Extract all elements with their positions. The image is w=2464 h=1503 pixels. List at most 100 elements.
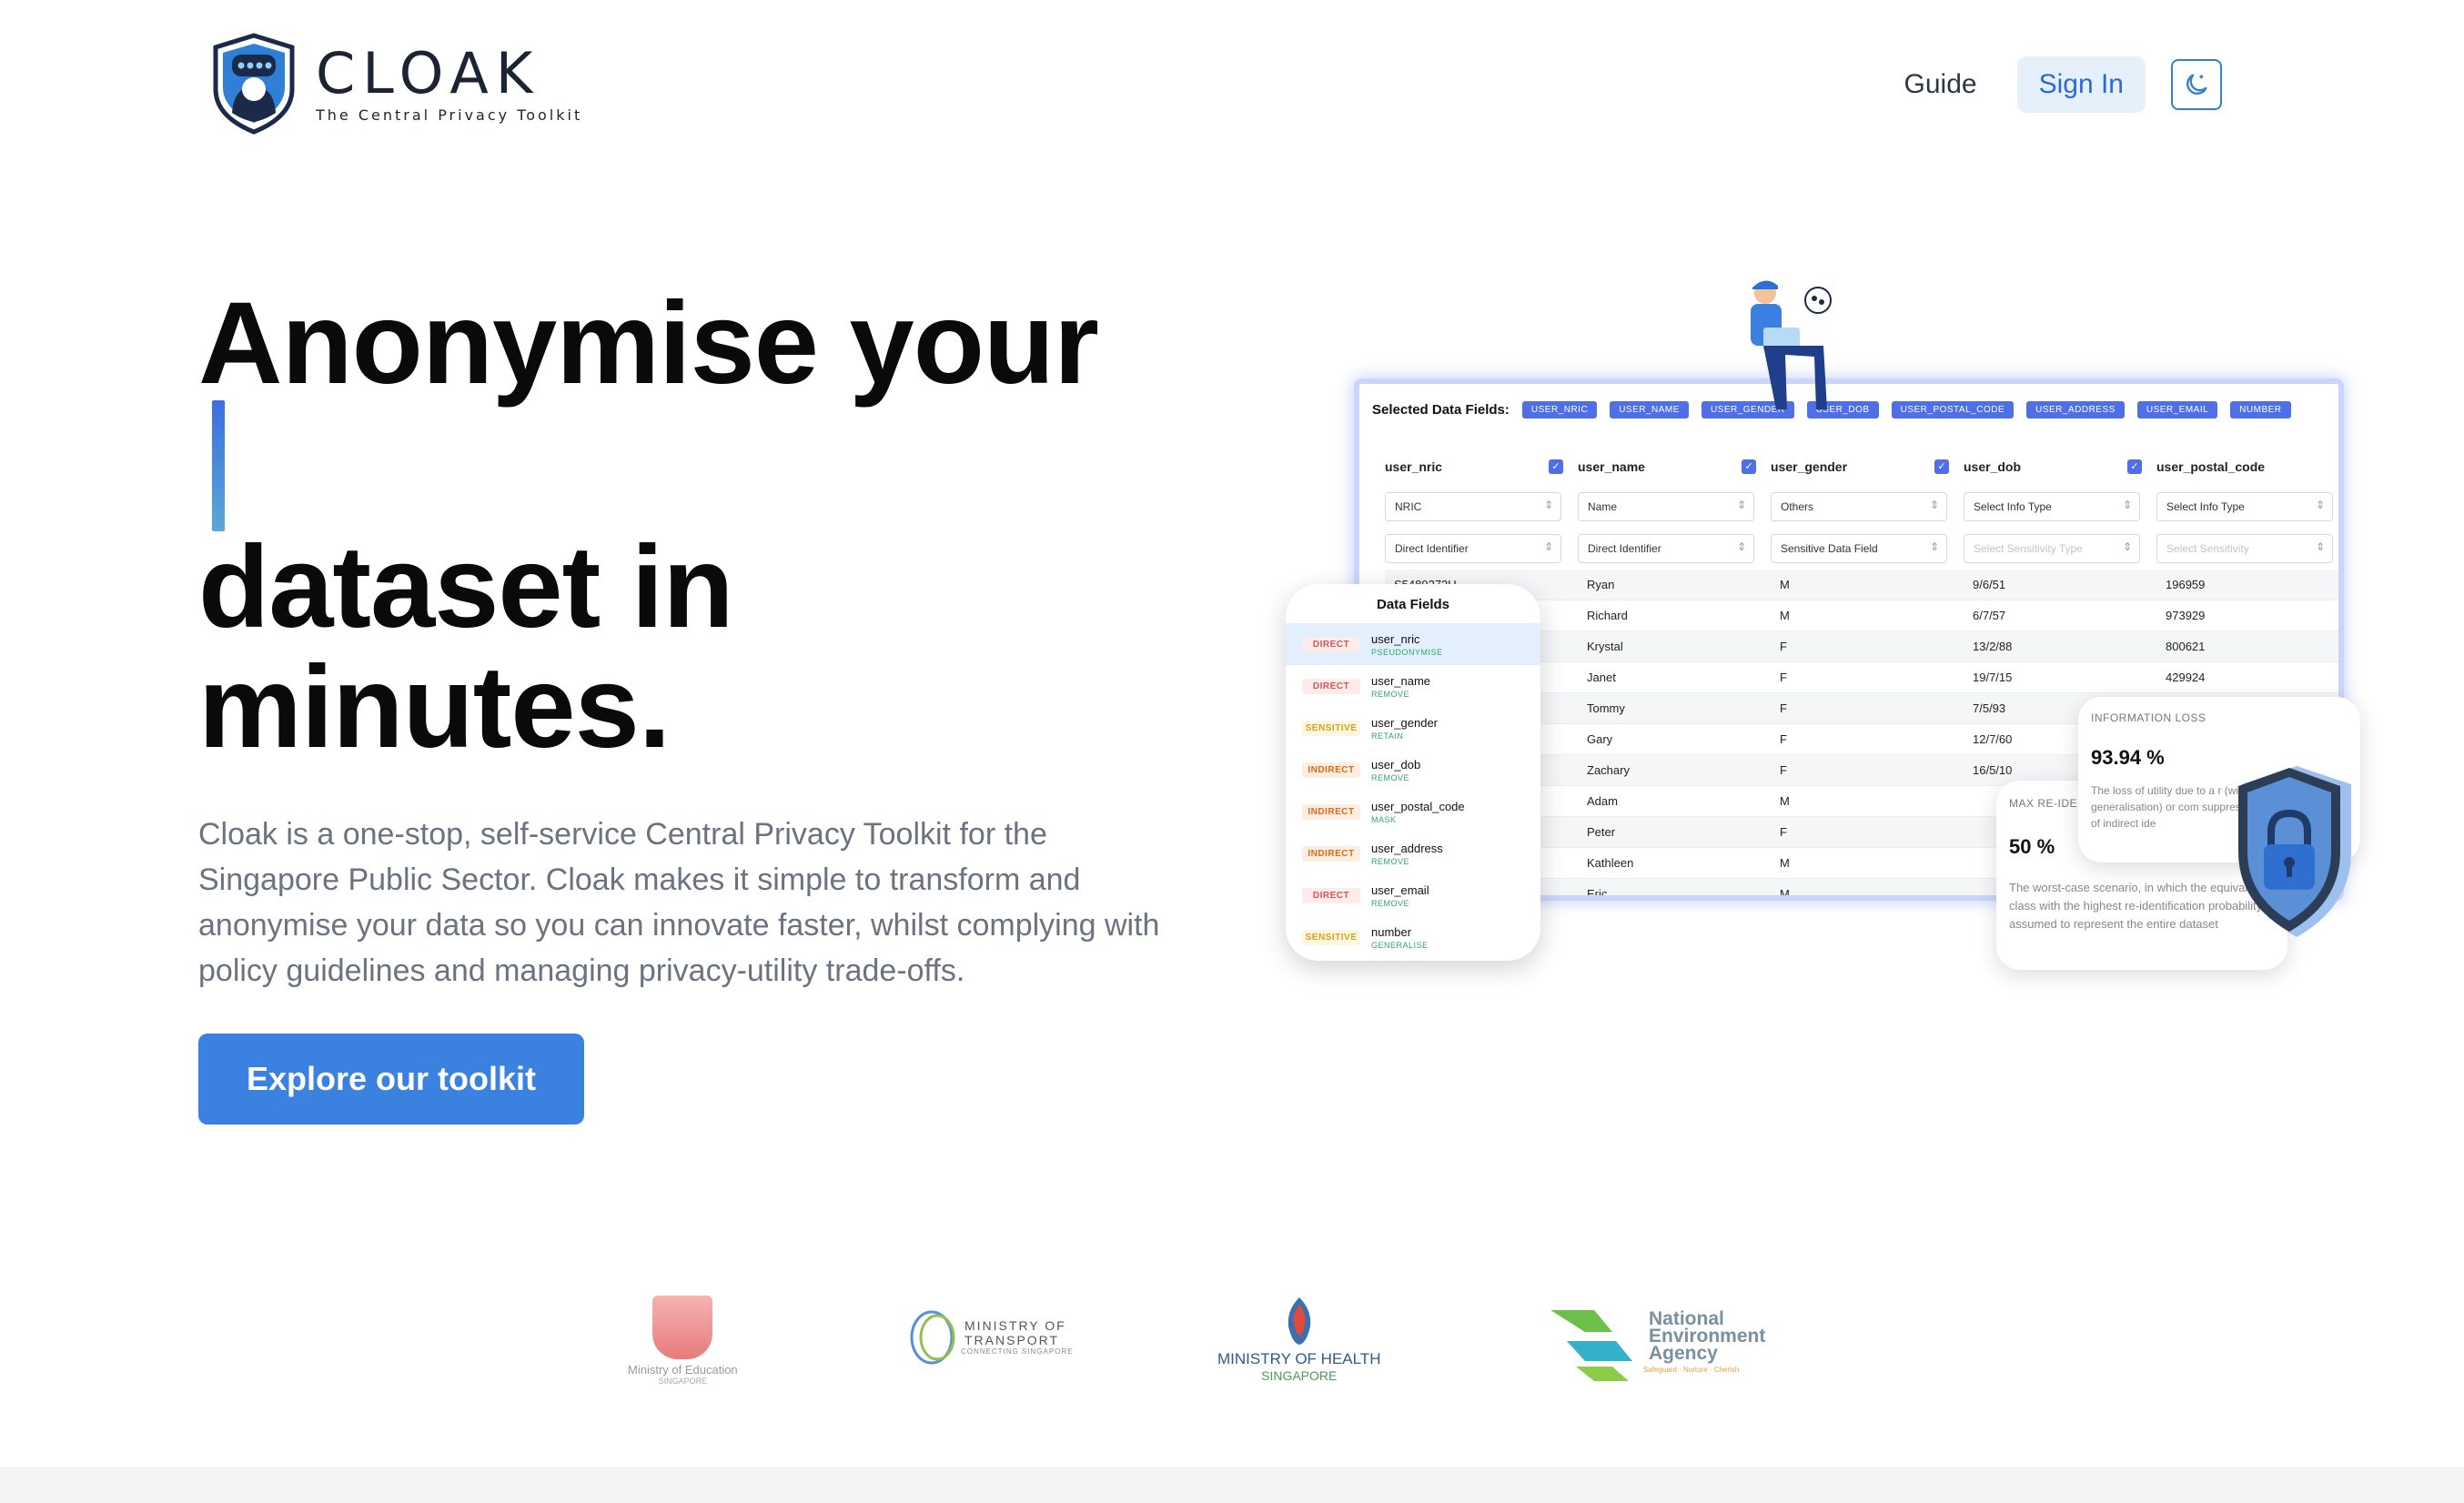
field-type-badge: INDIRECT (1302, 803, 1360, 820)
moh-logo: MINISTRY OF HEALTH SINGAPORE (1217, 1296, 1380, 1383)
data-fields-list: DIRECT user_nric PSEUDONYMISE DIRECT user_na… (1286, 623, 1540, 958)
cloak-shield-logo-icon (213, 33, 295, 135)
field-type-badge: DIRECT (1302, 636, 1360, 652)
column-header: user_postal_code (2156, 459, 2266, 474)
data-field-item[interactable]: DIRECT user_nric PSEUDONYMISE (1286, 623, 1540, 665)
table-cell: 13/2/88 (1973, 640, 2013, 653)
field-action: REMOVE (1371, 856, 1410, 866)
selected-fields-label: Selected Data Fields: (1372, 401, 1510, 418)
data-field-item[interactable]: INDIRECT user_address REMOVE (1286, 832, 1540, 874)
data-field-item[interactable]: INDIRECT user_dob REMOVE (1286, 749, 1540, 791)
table-cell: M (1780, 887, 1790, 901)
field-type-badge: SENSITIVE (1302, 929, 1360, 945)
theme-toggle-button[interactable] (2171, 59, 2222, 110)
column-header: user_dob ✓ (1964, 459, 2156, 474)
guide-link[interactable]: Guide (1904, 60, 1977, 109)
field-name: user_nric (1371, 631, 1420, 646)
selected-field-chip[interactable]: USER_EMAIL (2136, 400, 2218, 419)
sensitivity-select[interactable]: Direct Identifier (1578, 534, 1754, 563)
field-name: user_gender (1371, 715, 1438, 730)
field-type-badge: INDIRECT (1302, 845, 1360, 862)
hero-title-line1: Anonymise your (198, 278, 1099, 409)
selected-field-chip[interactable]: USER_POSTAL_CODE (1891, 400, 2015, 419)
sign-in-button[interactable]: Sign In (2016, 56, 2146, 113)
selected-field-chip[interactable]: USER_NAME (1610, 400, 1689, 419)
field-name: user_postal_code (1371, 799, 1465, 813)
selected-field-chip[interactable]: NUMBER (2230, 400, 2291, 419)
partner-logos: Ministry of Education SINGAPORE MINISTRY… (0, 1283, 2464, 1410)
top-nav: Guide Sign In (1904, 56, 2222, 113)
table-cell: M (1780, 578, 1790, 591)
data-field-item[interactable]: DIRECT user_email REMOVE (1286, 874, 1540, 916)
table-cell: 973929 (2166, 609, 2206, 622)
column-checkbox[interactable]: ✓ (1549, 459, 1563, 474)
info-type-select[interactable]: NRIC (1385, 492, 1561, 521)
table-cell: 19/7/15 (1973, 671, 2013, 684)
field-type-badge: SENSITIVE (1302, 720, 1360, 736)
hero-title-line2: dataset in (198, 522, 733, 652)
field-action: PSEUDONYMISE (1371, 647, 1443, 657)
field-action: REMOVE (1371, 689, 1410, 699)
data-field-item[interactable]: DIRECT user_name REMOVE (1286, 665, 1540, 707)
column-checkbox[interactable]: ✓ (1934, 459, 1949, 474)
field-name: user_email (1371, 883, 1429, 897)
selected-fields-row: Selected Data Fields: USER_NRIC USER_NAME… (1359, 384, 2338, 424)
hero-description: Cloak is a one-stop, self-service Centra… (198, 817, 1160, 988)
table-cell: F (1780, 825, 1787, 839)
column-header: user_gender ✓ (1771, 459, 1964, 474)
selected-field-chip[interactable]: USER_ADDRESS (2026, 400, 2125, 419)
brand-name: CLOAK (316, 39, 540, 106)
table-cell: M (1780, 609, 1790, 622)
typing-caret (212, 400, 225, 531)
table-cell: Tommy (1587, 701, 1625, 715)
sensitivity-select[interactable]: Select Sensitivity Type (1964, 534, 2140, 563)
data-field-item[interactable]: SENSITIVE number GENERALISE (1286, 916, 1540, 958)
field-action: MASK (1371, 814, 1397, 824)
table-cell: 196959 (2166, 578, 2206, 591)
table-cell: F (1780, 640, 1787, 653)
table-cell: Krystal (1587, 640, 1623, 653)
info-type-row: NRIC Name Others Select Info Type Select Inf… (1385, 486, 2338, 528)
field-type-badge: INDIRECT (1302, 762, 1360, 778)
column-checkbox[interactable]: ✓ (2127, 459, 2142, 474)
data-field-item[interactable]: SENSITIVE user_gender RETAIN (1286, 707, 1540, 749)
data-fields-title: Data Fields (1376, 597, 1450, 612)
selected-field-chip[interactable]: USER_NRIC (1521, 400, 1598, 419)
column-checkbox[interactable]: ✓ (1742, 459, 1756, 474)
sensitivity-row: Direct Identifier Direct Identifier Sensit… (1385, 528, 2338, 570)
info-type-select[interactable]: Select Info Type (2156, 492, 2333, 521)
table-cell: Zachary (1587, 763, 1630, 777)
column-header: user_nric ✓ (1385, 459, 1578, 474)
person-with-laptop-illustration (1751, 280, 1832, 409)
table-cell: 9/6/51 (1973, 578, 2006, 591)
explore-toolkit-button[interactable]: Explore our toolkit (198, 1034, 584, 1125)
table-cell: F (1780, 763, 1787, 777)
info-type-select[interactable]: Others (1771, 492, 1947, 521)
info-type-select[interactable]: Name (1578, 492, 1754, 521)
footer-band (0, 1467, 2464, 1503)
moh-emblem-icon (1288, 1297, 1310, 1345)
nea-arrows-icon (1550, 1310, 1632, 1381)
table-cell: M (1780, 794, 1790, 808)
sensitivity-select[interactable]: Select Sensitivity (2156, 534, 2333, 563)
info-type-select[interactable]: Select Info Type (1964, 492, 2140, 521)
field-type-badge: DIRECT (1302, 678, 1360, 694)
field-action: GENERALISE (1371, 940, 1429, 950)
hero-title: Anonymise your dataset in minutes. (198, 278, 1099, 768)
table-cell: Adam (1587, 794, 1618, 808)
brand-logo[interactable]: CLOAK The Central Privacy Toolkit (212, 33, 582, 135)
moon-icon (2186, 74, 2207, 95)
field-action: REMOVE (1371, 772, 1410, 782)
site-header: CLOAK The Central Privacy Toolkit Guide … (0, 0, 2464, 164)
field-action: REMOVE (1371, 898, 1410, 908)
table-cell: Ryan (1587, 578, 1615, 591)
field-name: user_name (1371, 673, 1431, 688)
data-fields-card: Data Fields DIRECT user_nric PSEUDONYMISE D… (1286, 584, 1540, 961)
mot-swirl-icon (910, 1310, 955, 1365)
sensitivity-select[interactable]: Sensitive Data Field (1771, 534, 1947, 563)
table-cell: F (1780, 701, 1787, 715)
data-field-item[interactable]: INDIRECT user_postal_code MASK (1286, 791, 1540, 832)
nea-logo: National Environment Agency Safeguard · … (1549, 1301, 1765, 1383)
table-cell: 6/7/57 (1973, 609, 2006, 622)
sensitivity-select[interactable]: Direct Identifier (1385, 534, 1561, 563)
